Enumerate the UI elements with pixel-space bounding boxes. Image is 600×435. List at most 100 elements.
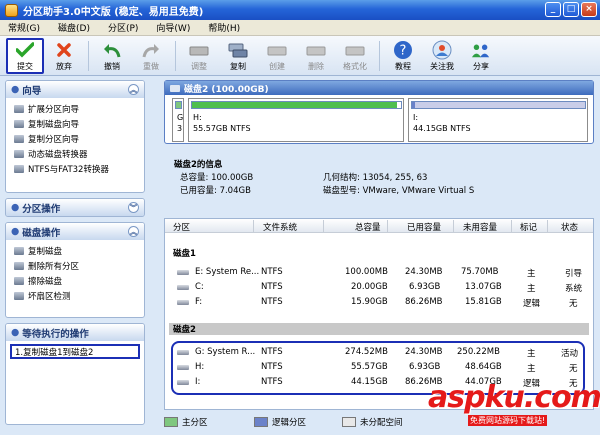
- disk-strip-h[interactable]: H: 55.57GB NTFS: [188, 98, 404, 142]
- redo-button[interactable]: 重做: [132, 38, 170, 74]
- watermark-tagline: 免费网站源码下载站!: [468, 415, 548, 426]
- drive-icon: [177, 270, 189, 275]
- expand-icon[interactable]: ︾: [128, 202, 139, 213]
- disk-icon: [14, 261, 24, 270]
- menu-disk[interactable]: 磁盘(D): [58, 21, 90, 34]
- create-disk-icon: [267, 40, 287, 60]
- disk-info: 磁盘2的信息 总容量: 100.00GB 已用容量: 7.04GB 几何结构: …: [164, 154, 594, 198]
- col-flag[interactable]: 标记: [520, 221, 537, 233]
- menu-general[interactable]: 常规(G): [8, 21, 40, 34]
- pending-op-item[interactable]: 1.复制磁盘1到磁盘2: [10, 344, 140, 359]
- disk-icon: [14, 119, 24, 128]
- disk-strip-i[interactable]: I: 44.15GB NTFS: [408, 98, 588, 142]
- disk-info-title: 磁盘2的信息: [174, 160, 223, 170]
- legend-primary-swatch: [164, 417, 178, 427]
- col-partition[interactable]: 分区: [173, 221, 190, 233]
- toolbar-separator: [379, 40, 380, 71]
- disk-icon: [14, 291, 24, 300]
- col-total[interactable]: 总容量: [355, 221, 381, 233]
- app-icon: [5, 3, 18, 17]
- svg-text:?: ?: [400, 43, 407, 58]
- create-button[interactable]: 创建: [258, 38, 296, 74]
- col-status[interactable]: 状态: [561, 221, 578, 233]
- wizard-ntfs-fat32[interactable]: NTFS与FAT32转换器: [6, 161, 144, 176]
- menu-wizard[interactable]: 向导(W): [156, 21, 190, 34]
- table-row[interactable]: E: System Re... NTFS 100.00MB 24.30MB 75…: [169, 265, 589, 279]
- group-disk2[interactable]: 磁盘2: [169, 323, 589, 335]
- collapse-icon[interactable]: ︽: [128, 84, 139, 95]
- delete-button[interactable]: 删除: [297, 38, 335, 74]
- collapse-icon[interactable]: ︽: [128, 226, 139, 237]
- discard-button[interactable]: 放弃: [45, 38, 83, 74]
- disk-ops-header[interactable]: ● 磁盘操作 ︽: [6, 223, 144, 240]
- menu-bar: 常规(G) 磁盘(D) 分区(P) 向导(W) 帮助(H): [0, 20, 600, 36]
- pending-ops-section: ● 等待执行的操作 1.复制磁盘1到磁盘2: [5, 323, 145, 425]
- disk-icon: [14, 276, 24, 285]
- check-icon: [15, 40, 35, 60]
- col-filesystem[interactable]: 文件系统: [263, 221, 297, 233]
- drive-icon: [177, 300, 189, 305]
- copy-disk-icon: [228, 40, 248, 60]
- resize-button[interactable]: 调整: [180, 38, 218, 74]
- wizard-extend-partition[interactable]: 扩展分区向导: [6, 101, 144, 116]
- watermark: aspku.com 免费网站源码下载站!: [428, 380, 600, 435]
- tutorial-button[interactable]: ? 教程: [384, 38, 422, 74]
- disk-info-geometry: 几何结构: 13054, 255, 63: [323, 173, 428, 183]
- wizard-section: ● 向导 ︽ 扩展分区向导 复制磁盘向导 复制分区向导 动态磁盘转换器 NTFS与…: [5, 80, 145, 193]
- resize-disk-icon: [189, 40, 209, 60]
- format-button[interactable]: 格式化: [336, 38, 374, 74]
- disk-op-bad-sector[interactable]: 坏扇区检测: [6, 288, 144, 303]
- redo-icon: [141, 40, 161, 60]
- table-header: 分区 文件系统 总容量 已用容量 未用容量 标记 状态: [165, 219, 593, 233]
- discard-icon: [54, 40, 74, 60]
- wizard-copy-partition[interactable]: 复制分区向导: [6, 131, 144, 146]
- partition-ops-header[interactable]: ● 分区操作 ︾: [6, 199, 144, 216]
- disk-info-total: 总容量: 100.00GB: [180, 173, 254, 183]
- disk-strip-g[interactable]: G 3: [172, 98, 184, 142]
- wizard-section-header[interactable]: ● 向导 ︽: [6, 81, 144, 98]
- right-panel: 磁盘2 (100.00GB) G 3 H: 55.57GB NTFS I: 44…: [164, 80, 594, 410]
- maximize-button[interactable]: □: [563, 2, 579, 17]
- format-disk-icon: [345, 40, 365, 60]
- help-icon: ?: [393, 40, 413, 60]
- group-disk1[interactable]: 磁盘1: [169, 247, 589, 259]
- close-button[interactable]: ×: [581, 2, 597, 17]
- share-button[interactable]: 分享: [462, 38, 500, 74]
- menu-partition[interactable]: 分区(P): [108, 21, 138, 34]
- table-row[interactable]: C: NTFS 20.00GB 6.93GB 13.07GB 主 系统: [169, 280, 589, 294]
- toolbar-separator: [88, 40, 89, 71]
- undo-icon: [102, 40, 122, 60]
- col-used[interactable]: 已用容量: [407, 221, 441, 233]
- share-icon: [471, 40, 491, 60]
- delete-disk-icon: [306, 40, 326, 60]
- col-free[interactable]: 未用容量: [463, 221, 497, 233]
- commit-button[interactable]: 提交: [6, 37, 44, 74]
- disk-op-wipe[interactable]: 擦除磁盘: [6, 273, 144, 288]
- partition-ops-section: ● 分区操作 ︾: [5, 198, 145, 217]
- menu-help[interactable]: 帮助(H): [208, 21, 240, 34]
- follow-icon: [432, 40, 452, 60]
- disk-icon: [14, 134, 24, 143]
- toolbar: 提交 放弃 撤销 重做 调整 复制 创建 删除 格式化 ? 教程 关注我 分享: [0, 36, 600, 76]
- disk-icon: [14, 149, 24, 158]
- disk-info-model: 磁盘型号: VMware, VMware Virtual S: [323, 186, 475, 196]
- disk-icon: [14, 164, 24, 173]
- watermark-brand: aspku.com: [428, 380, 600, 415]
- copy-button[interactable]: 复制: [219, 38, 257, 74]
- wizard-copy-disk[interactable]: 复制磁盘向导: [6, 116, 144, 131]
- undo-button[interactable]: 撤销: [93, 38, 131, 74]
- minimize-button[interactable]: _: [545, 2, 561, 17]
- toolbar-separator: [175, 40, 176, 71]
- legend-unallocated-swatch: [342, 417, 356, 427]
- disk-icon: [170, 84, 180, 92]
- disk-icon: [14, 104, 24, 113]
- window-title: 分区助手3.0中文版 (稳定、易用且免费): [23, 6, 204, 18]
- wizard-dynamic-disk[interactable]: 动态磁盘转换器: [6, 146, 144, 161]
- disk-card-title: 磁盘2 (100.00GB): [184, 84, 269, 95]
- disk-info-used: 已用容量: 7.04GB: [180, 186, 251, 196]
- pending-ops-header: ● 等待执行的操作: [6, 324, 144, 341]
- follow-button[interactable]: 关注我: [423, 38, 461, 74]
- disk-op-copy[interactable]: 复制磁盘: [6, 243, 144, 258]
- disk-op-delete-all[interactable]: 删除所有分区: [6, 258, 144, 273]
- table-row[interactable]: F: NTFS 15.90GB 86.26MB 15.81GB 逻辑 无: [169, 295, 589, 309]
